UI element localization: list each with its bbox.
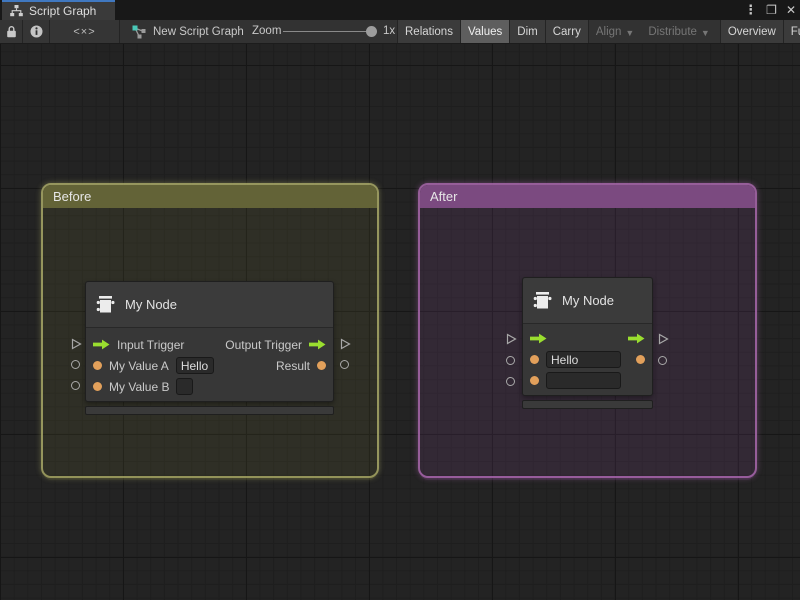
window-maximize-icon[interactable]: ❐ xyxy=(766,3,777,17)
graph-edge-icon xyxy=(132,25,146,39)
chevron-down-icon: ▼ xyxy=(701,28,710,38)
node-header[interactable]: My Node xyxy=(86,282,333,328)
tab-label: Script Graph xyxy=(29,4,96,18)
code-brackets-icon: <×> xyxy=(73,26,95,38)
script-graph-hierarchy-icon xyxy=(10,5,23,17)
port-row xyxy=(523,349,652,370)
lock-button[interactable] xyxy=(0,20,23,43)
chevron-down-icon: ▼ xyxy=(625,28,634,38)
zoom-slider-handle[interactable] xyxy=(366,26,377,37)
lock-icon xyxy=(6,25,17,38)
outer-value-port-icon[interactable] xyxy=(658,356,667,365)
overview-button[interactable]: Overview xyxy=(720,20,784,43)
distribute-dropdown[interactable]: Distribute▼ xyxy=(641,20,717,43)
value-input-port-icon[interactable] xyxy=(93,361,102,370)
node-title: My Node xyxy=(125,297,177,312)
outer-value-port-icon[interactable] xyxy=(340,360,349,369)
group-after-header[interactable]: After xyxy=(420,185,755,208)
group-after-title: After xyxy=(430,189,457,204)
tab-script-graph[interactable]: Script Graph xyxy=(2,0,115,20)
value-output-port-icon[interactable] xyxy=(317,361,326,370)
port-label: Input Trigger xyxy=(117,338,184,352)
info-icon xyxy=(30,25,43,38)
value-a-field[interactable] xyxy=(546,351,621,368)
node-footer xyxy=(85,406,334,415)
new-script-graph-button[interactable]: New Script Graph xyxy=(120,20,254,43)
port-row: My Value B xyxy=(86,376,333,397)
node-my-node-after[interactable]: My Node xyxy=(522,277,653,396)
node-my-node-before[interactable]: My Node Input Trigger Output Trigger xyxy=(85,281,334,402)
port-label: My Value B xyxy=(109,380,169,394)
outer-value-port-icon[interactable] xyxy=(71,381,80,390)
group-before-header[interactable]: Before xyxy=(43,185,377,208)
outer-flow-port-icon[interactable] xyxy=(505,333,517,345)
flow-input-port-icon[interactable] xyxy=(530,333,547,344)
value-output-port-icon[interactable] xyxy=(636,355,645,364)
port-label: My Value A xyxy=(109,359,169,373)
outer-flow-port-icon[interactable] xyxy=(657,333,669,345)
relations-button[interactable]: Relations xyxy=(398,20,461,43)
value-input-port-icon[interactable] xyxy=(530,355,539,364)
value-input-port-icon[interactable] xyxy=(93,382,102,391)
code-view-button[interactable]: <×> xyxy=(50,20,120,43)
flow-output-port-icon[interactable] xyxy=(309,339,326,350)
value-input-port-icon[interactable] xyxy=(530,376,539,385)
port-row xyxy=(523,328,652,349)
node-title: My Node xyxy=(562,293,614,308)
full-screen-button[interactable]: Full Screen xyxy=(784,20,800,43)
carry-button[interactable]: Carry xyxy=(546,20,589,43)
zoom-label: Zoom xyxy=(252,20,281,43)
outer-flow-port-icon[interactable] xyxy=(70,338,82,350)
flow-input-port-icon[interactable] xyxy=(93,339,110,350)
info-button[interactable] xyxy=(23,20,50,43)
flow-output-port-icon[interactable] xyxy=(628,333,645,344)
graph-canvas[interactable]: Before After My Node xyxy=(0,44,800,600)
outer-value-port-icon[interactable] xyxy=(71,360,80,369)
outer-flow-port-icon[interactable] xyxy=(339,338,351,350)
new-script-graph-label: New Script Graph xyxy=(153,26,244,38)
node-header[interactable]: My Node xyxy=(523,278,652,324)
title-bar: Script Graph ⋮ ❐ ✕ xyxy=(0,0,800,20)
window-close-icon[interactable]: ✕ xyxy=(786,3,796,17)
port-label: Result xyxy=(276,359,310,373)
outer-value-port-icon[interactable] xyxy=(506,356,515,365)
zoom-value: 1x xyxy=(383,20,395,43)
unit-node-icon xyxy=(96,296,116,313)
window-menu-icon[interactable]: ⋮ xyxy=(744,2,757,18)
value-a-field[interactable] xyxy=(176,357,214,374)
port-label: Output Trigger xyxy=(225,338,302,352)
port-row: Input Trigger Output Trigger xyxy=(86,334,333,355)
value-b-field[interactable] xyxy=(546,372,621,389)
values-button[interactable]: Values xyxy=(461,20,510,43)
dim-button[interactable]: Dim xyxy=(510,20,545,43)
node-footer xyxy=(522,400,653,409)
value-b-field[interactable] xyxy=(176,378,193,395)
align-dropdown[interactable]: Align▼ xyxy=(589,20,642,43)
port-row xyxy=(523,370,652,391)
unit-node-icon xyxy=(533,292,553,309)
toolbar: <×> New Script Graph Zoom 1x Relations V… xyxy=(0,20,800,44)
port-row: My Value A Result xyxy=(86,355,333,376)
outer-value-port-icon[interactable] xyxy=(506,377,515,386)
zoom-slider-track[interactable] xyxy=(283,31,377,32)
group-before-title: Before xyxy=(53,189,91,204)
